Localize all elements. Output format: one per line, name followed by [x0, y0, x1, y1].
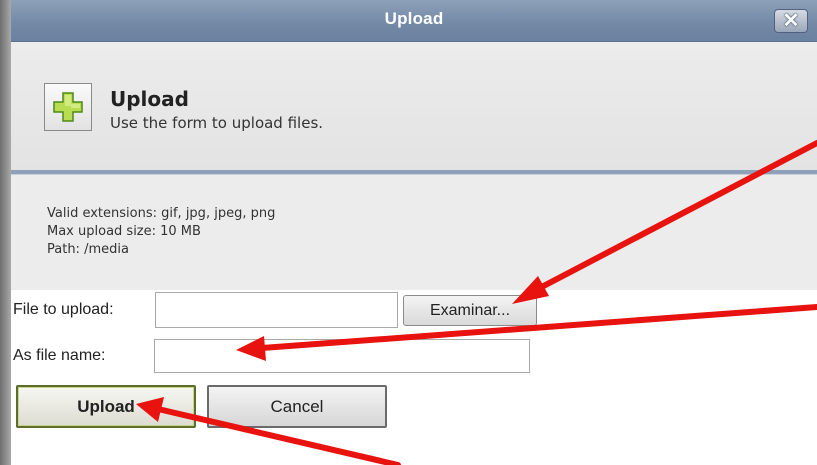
file-to-upload-label: File to upload: — [13, 301, 114, 318]
upload-dialog: Upload ✕ Upload Use the form to upload f… — [11, 0, 817, 465]
left-window-edge — [0, 0, 11, 465]
header-title: Upload — [110, 87, 189, 111]
dialog-header: Upload Use the form to upload files. — [11, 42, 817, 170]
dialog-title: Upload — [384, 9, 444, 28]
close-icon: ✕ — [782, 10, 800, 32]
upload-info: Valid extensions: gif, jpg, jpeg, png Ma… — [11, 175, 817, 290]
as-file-name-input[interactable] — [154, 339, 530, 373]
upload-path-text: Path: /media — [47, 242, 129, 257]
header-description: Use the form to upload files. — [110, 114, 324, 132]
cancel-button[interactable]: Cancel — [207, 385, 387, 428]
title-bar[interactable]: Upload ✕ — [11, 0, 817, 42]
close-button[interactable]: ✕ — [774, 9, 808, 33]
add-icon — [44, 83, 92, 131]
max-upload-size-text: Max upload size: 10 MB — [47, 224, 201, 239]
as-file-name-label: As file name: — [13, 347, 106, 364]
upload-button[interactable]: Upload — [16, 385, 196, 428]
file-to-upload-input[interactable] — [155, 292, 398, 328]
valid-extensions-text: Valid extensions: gif, jpg, jpeg, png — [47, 206, 276, 221]
browse-button[interactable]: Examinar... — [403, 295, 537, 326]
